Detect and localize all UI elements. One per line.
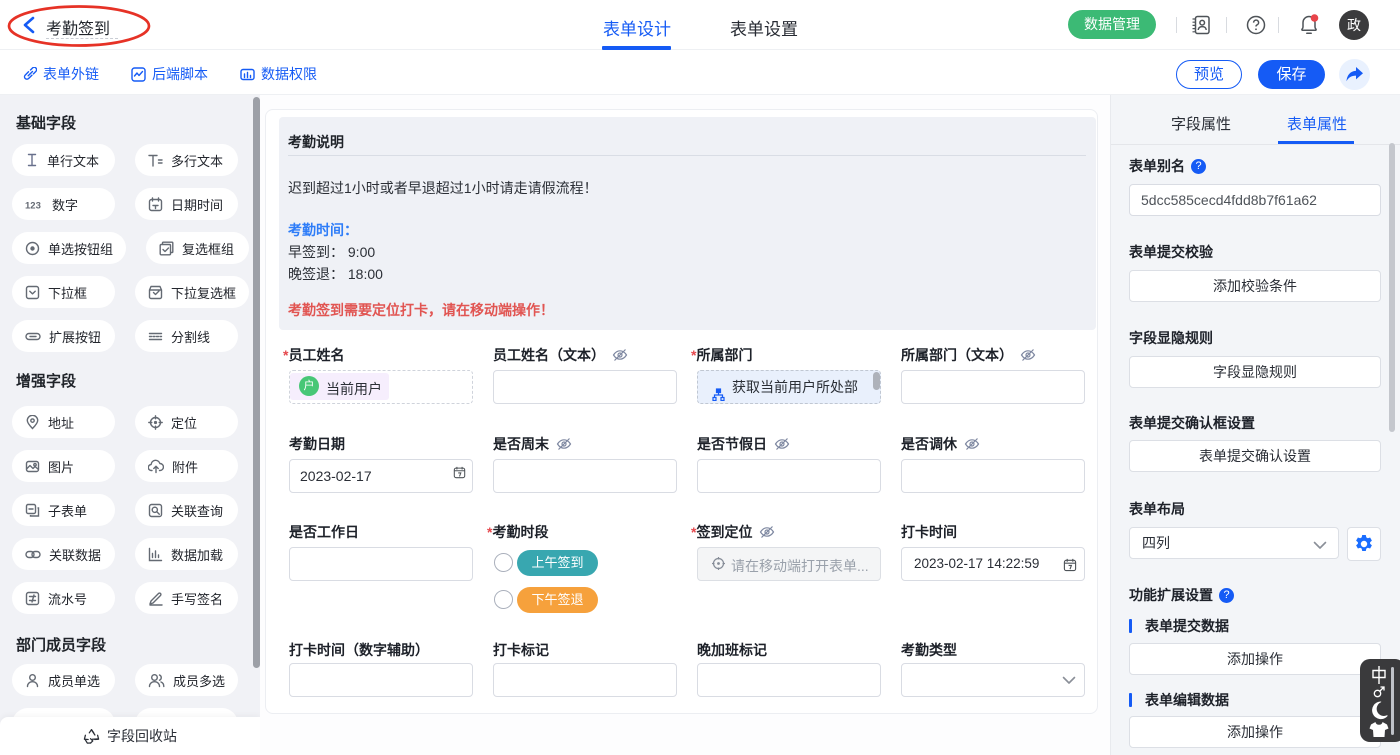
- svg-text:123: 123: [25, 200, 41, 210]
